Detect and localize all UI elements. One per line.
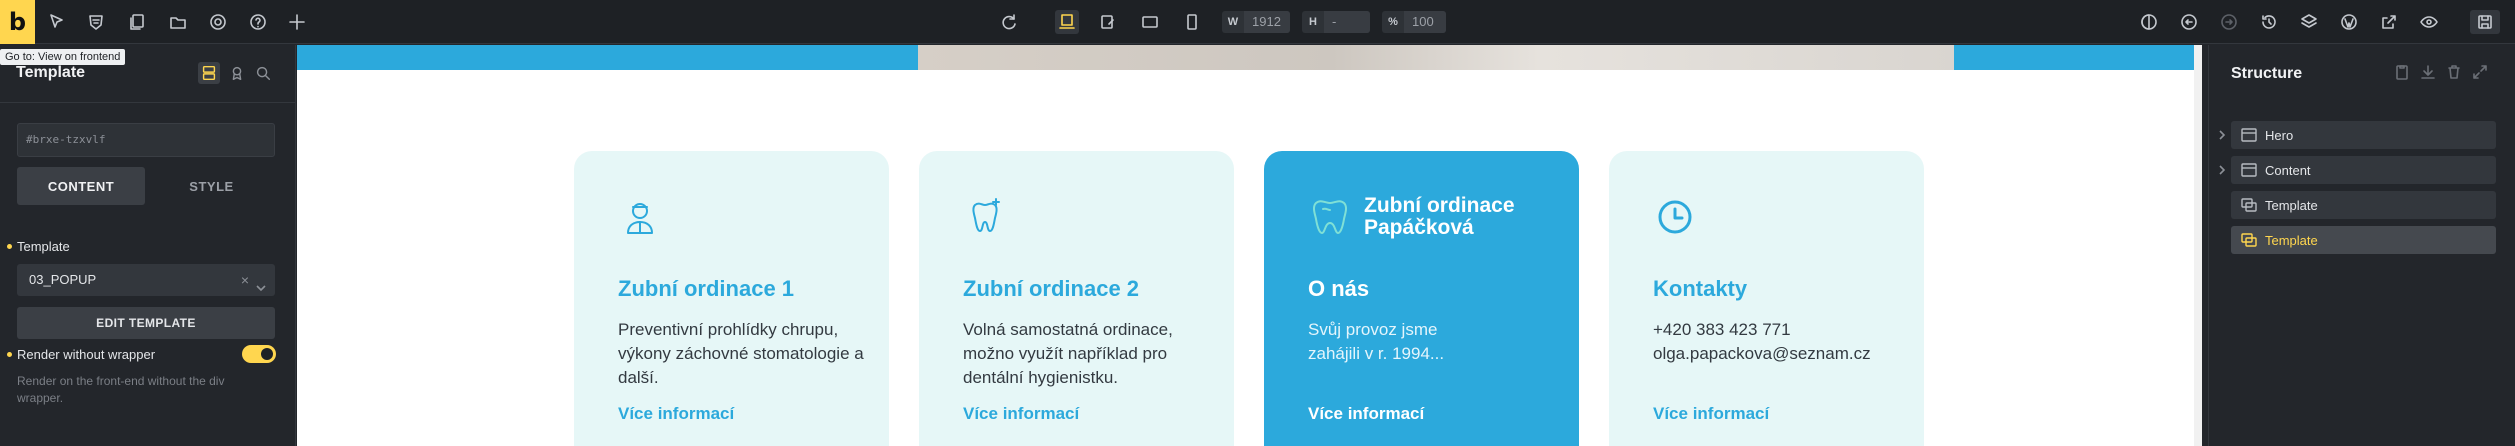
caret-right-icon[interactable] bbox=[2217, 129, 2227, 141]
card-link[interactable]: Více informací bbox=[1308, 404, 1424, 424]
wordpress-icon[interactable] bbox=[2337, 10, 2361, 34]
zoom-value[interactable]: 100 bbox=[1404, 11, 1446, 33]
template-element-icon[interactable] bbox=[198, 62, 220, 84]
clear-icon[interactable]: × bbox=[241, 264, 249, 296]
caret-right-icon[interactable] bbox=[2217, 164, 2227, 176]
brand-name: Zubní ordinace Papáčková bbox=[1364, 194, 1515, 239]
help-icon[interactable] bbox=[246, 10, 270, 34]
card-text: Preventivní prohlídky chrupu, výkony zác… bbox=[618, 320, 864, 387]
structure-item-content[interactable]: Content bbox=[2219, 156, 2496, 184]
eye-icon[interactable] bbox=[2417, 10, 2441, 34]
panel-header: Template Go to: View on frontend bbox=[0, 45, 296, 103]
tab-content[interactable]: CONTENT bbox=[17, 167, 145, 205]
mobile-icon[interactable] bbox=[1180, 10, 1204, 34]
shield-icon[interactable] bbox=[84, 10, 108, 34]
template-select[interactable]: 03_POPUP × bbox=[17, 264, 275, 296]
download-icon[interactable] bbox=[2419, 63, 2439, 83]
structure-item-label: Template bbox=[2265, 198, 2318, 213]
height-key: H bbox=[1309, 16, 1317, 28]
template-icon bbox=[2241, 198, 2257, 212]
panel-title: Template bbox=[16, 64, 86, 81]
render-wrapper-help: Render on the front-end without the div … bbox=[17, 374, 225, 405]
width-value[interactable]: 1912 bbox=[1244, 11, 1290, 33]
tablet-landscape-icon[interactable] bbox=[1138, 10, 1162, 34]
gear-icon[interactable] bbox=[206, 10, 230, 34]
laptop-edit-icon[interactable] bbox=[1096, 10, 1120, 34]
redo-icon[interactable] bbox=[2217, 10, 2241, 34]
canvas-scrollbar[interactable] bbox=[2194, 45, 2202, 446]
template-control-label: Template bbox=[7, 239, 70, 254]
tooth-logo-icon bbox=[1308, 195, 1352, 239]
structure-item-hero[interactable]: Hero bbox=[2219, 121, 2496, 149]
folder-icon[interactable] bbox=[166, 10, 190, 34]
render-wrapper-label: Render without wrapper bbox=[6, 347, 156, 362]
history-icon[interactable] bbox=[2257, 10, 2281, 34]
zoom-key: % bbox=[1388, 16, 1398, 28]
zoom-field[interactable]: % 100 bbox=[1382, 11, 1446, 33]
structure-item-label: Hero bbox=[2265, 128, 2294, 143]
element-id-field[interactable]: #brxe-tzxvlf bbox=[17, 123, 275, 157]
edit-template-button[interactable]: EDIT TEMPLATE bbox=[17, 307, 275, 339]
view-frontend-tooltip: Go to: View on frontend bbox=[0, 49, 126, 65]
chevron-down-icon[interactable] bbox=[255, 274, 267, 292]
copy-pages-icon[interactable] bbox=[125, 10, 149, 34]
card-title: Zubní ordinace 1 bbox=[618, 276, 795, 301]
layers-icon[interactable] bbox=[2297, 10, 2321, 34]
preview-canvas: Zubní ordinace 1 Preventivní prohlídky c… bbox=[297, 45, 2202, 446]
doctor-icon bbox=[618, 195, 662, 239]
top-toolbar: b W 1912 H - % 100 bbox=[0, 0, 2515, 44]
render-wrapper-toggle[interactable] bbox=[242, 345, 276, 363]
about-card[interactable]: Zubní ordinace Papáčková O nás Svůj prov… bbox=[1264, 151, 1579, 446]
height-value[interactable]: - bbox=[1324, 11, 1370, 33]
structure-item-template[interactable]: Template bbox=[2231, 191, 2496, 219]
external-link-icon[interactable] bbox=[2377, 10, 2401, 34]
card-text: Svůj provoz jsme zahájili v r. 1994... bbox=[1308, 320, 1445, 363]
contact-card[interactable]: Kontakty +420 383 423 771 olga.papackova… bbox=[1609, 151, 1924, 446]
service-card[interactable]: Zubní ordinace 2 Volná samostatná ordina… bbox=[919, 151, 1234, 446]
template-icon bbox=[2241, 233, 2257, 247]
card-title: Zubní ordinace 2 bbox=[963, 276, 1140, 301]
card-link[interactable]: Více informací bbox=[618, 404, 734, 424]
section-icon bbox=[2241, 128, 2257, 142]
builder-logo[interactable]: b bbox=[0, 0, 35, 44]
hero-image bbox=[918, 45, 1954, 70]
card-title: Kontakty bbox=[1653, 276, 1748, 301]
add-element-icon[interactable] bbox=[285, 10, 309, 34]
height-field[interactable]: H - bbox=[1302, 11, 1370, 33]
contrast-icon[interactable] bbox=[2137, 10, 2161, 34]
width-field[interactable]: W 1912 bbox=[1222, 11, 1290, 33]
search-icon[interactable] bbox=[252, 62, 274, 84]
card-title: O nás bbox=[1308, 276, 1370, 301]
template-select-value: 03_POPUP bbox=[29, 272, 97, 287]
clock-icon bbox=[1653, 195, 1697, 239]
badge-icon[interactable] bbox=[226, 62, 248, 84]
expand-icon[interactable] bbox=[2471, 63, 2491, 83]
element-panel: Template Go to: View on frontend #brxe-t… bbox=[0, 45, 296, 446]
card-link[interactable]: Více informací bbox=[1653, 404, 1769, 424]
trash-icon[interactable] bbox=[2445, 63, 2465, 83]
select-cursor-icon[interactable] bbox=[45, 10, 69, 34]
desktop-breakpoint-icon[interactable] bbox=[1055, 10, 1079, 34]
structure-panel: Structure Hero Content Template Template bbox=[2208, 45, 2515, 446]
service-card[interactable]: Zubní ordinace 1 Preventivní prohlídky c… bbox=[574, 151, 889, 446]
structure-title: Structure bbox=[2231, 65, 2303, 82]
structure-item-label: Template bbox=[2265, 233, 2318, 248]
clipboard-icon[interactable] bbox=[2393, 63, 2413, 83]
card-text: Volná samostatná ordinace, možno využít … bbox=[963, 320, 1173, 387]
card-link[interactable]: Více informací bbox=[963, 404, 1079, 424]
logo-letter: b bbox=[8, 8, 27, 36]
refresh-icon[interactable] bbox=[997, 10, 1021, 34]
card-text: +420 383 423 771 olga.papackova@seznam.c… bbox=[1653, 320, 1871, 363]
width-key: W bbox=[1227, 16, 1239, 28]
structure-item-template-selected[interactable]: Template bbox=[2231, 226, 2496, 254]
tooth-sparkle-icon bbox=[963, 195, 1007, 239]
save-icon[interactable] bbox=[2470, 10, 2500, 34]
undo-icon[interactable] bbox=[2177, 10, 2201, 34]
section-icon bbox=[2241, 163, 2257, 177]
tab-style[interactable]: STYLE bbox=[148, 167, 275, 205]
structure-item-label: Content bbox=[2265, 163, 2311, 178]
